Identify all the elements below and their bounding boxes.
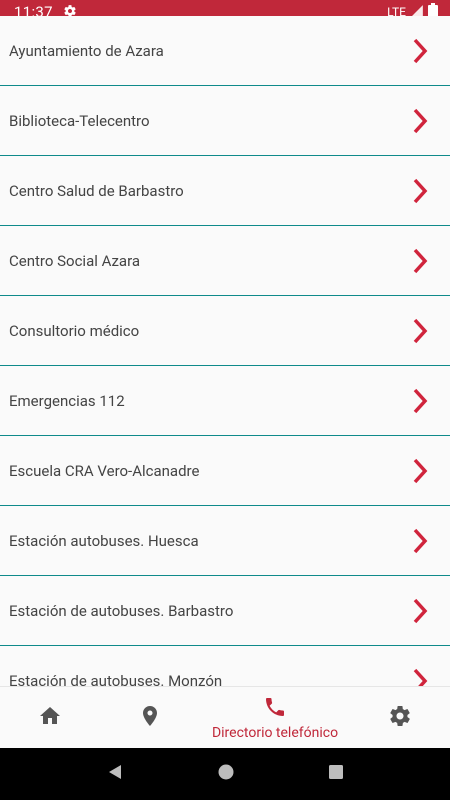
list-item[interactable]: Biblioteca-Telecentro [0, 86, 450, 156]
nav-map-button[interactable] [100, 687, 200, 749]
list-item-label: Biblioteca-Telecentro [9, 111, 150, 130]
chevron-right-icon [412, 598, 428, 624]
nav-settings-button[interactable] [350, 687, 450, 749]
list-item-label: Centro Salud de Barbastro [9, 181, 184, 200]
list-item-label: Ayuntamiento de Azara [9, 41, 164, 60]
list-item[interactable]: Escuela CRA Vero-Alcanadre [0, 436, 450, 506]
bottom-nav: Directorio telefónico [0, 686, 450, 749]
chevron-right-icon [412, 528, 428, 554]
settings-icon [388, 704, 412, 732]
directory-list: Ayuntamiento de Azara Biblioteca-Telecen… [0, 16, 450, 716]
list-item[interactable]: Consultorio médico [0, 296, 450, 366]
nav-home-button[interactable] [0, 687, 100, 749]
chevron-right-icon [412, 318, 428, 344]
list-item[interactable]: Estación de autobuses. Barbastro [0, 576, 450, 646]
chevron-right-icon [412, 178, 428, 204]
chevron-right-icon [412, 458, 428, 484]
list-item-label: Escuela CRA Vero-Alcanadre [9, 461, 200, 480]
list-item[interactable]: Ayuntamiento de Azara [0, 16, 450, 86]
list-item[interactable]: Estación autobuses. Huesca [0, 506, 450, 576]
list-item-label: Emergencias 112 [9, 391, 125, 410]
list-item[interactable]: Centro Salud de Barbastro [0, 156, 450, 226]
chevron-right-icon [412, 248, 428, 274]
list-item-label: Consultorio médico [9, 321, 140, 340]
map-pin-icon [138, 704, 162, 732]
chevron-right-icon [412, 388, 428, 414]
chevron-right-icon [412, 38, 428, 64]
phone-icon [263, 695, 287, 723]
list-item[interactable]: Emergencias 112 [0, 366, 450, 436]
chevron-right-icon [412, 108, 428, 134]
list-item-label: Centro Social Azara [9, 251, 141, 270]
back-icon[interactable] [106, 763, 124, 785]
list-item[interactable]: Centro Social Azara [0, 226, 450, 296]
system-nav-bar [0, 748, 450, 800]
nav-directory-label: Directorio telefónico [211, 725, 339, 741]
nav-directory-button[interactable]: Directorio telefónico [200, 687, 350, 749]
list-item-label: Estación autobuses. Huesca [9, 531, 199, 550]
list-item-label: Estación de autobuses. Barbastro [9, 601, 234, 620]
home-circle-icon[interactable] [217, 763, 235, 785]
home-icon [38, 704, 62, 732]
recents-icon[interactable] [328, 764, 344, 784]
